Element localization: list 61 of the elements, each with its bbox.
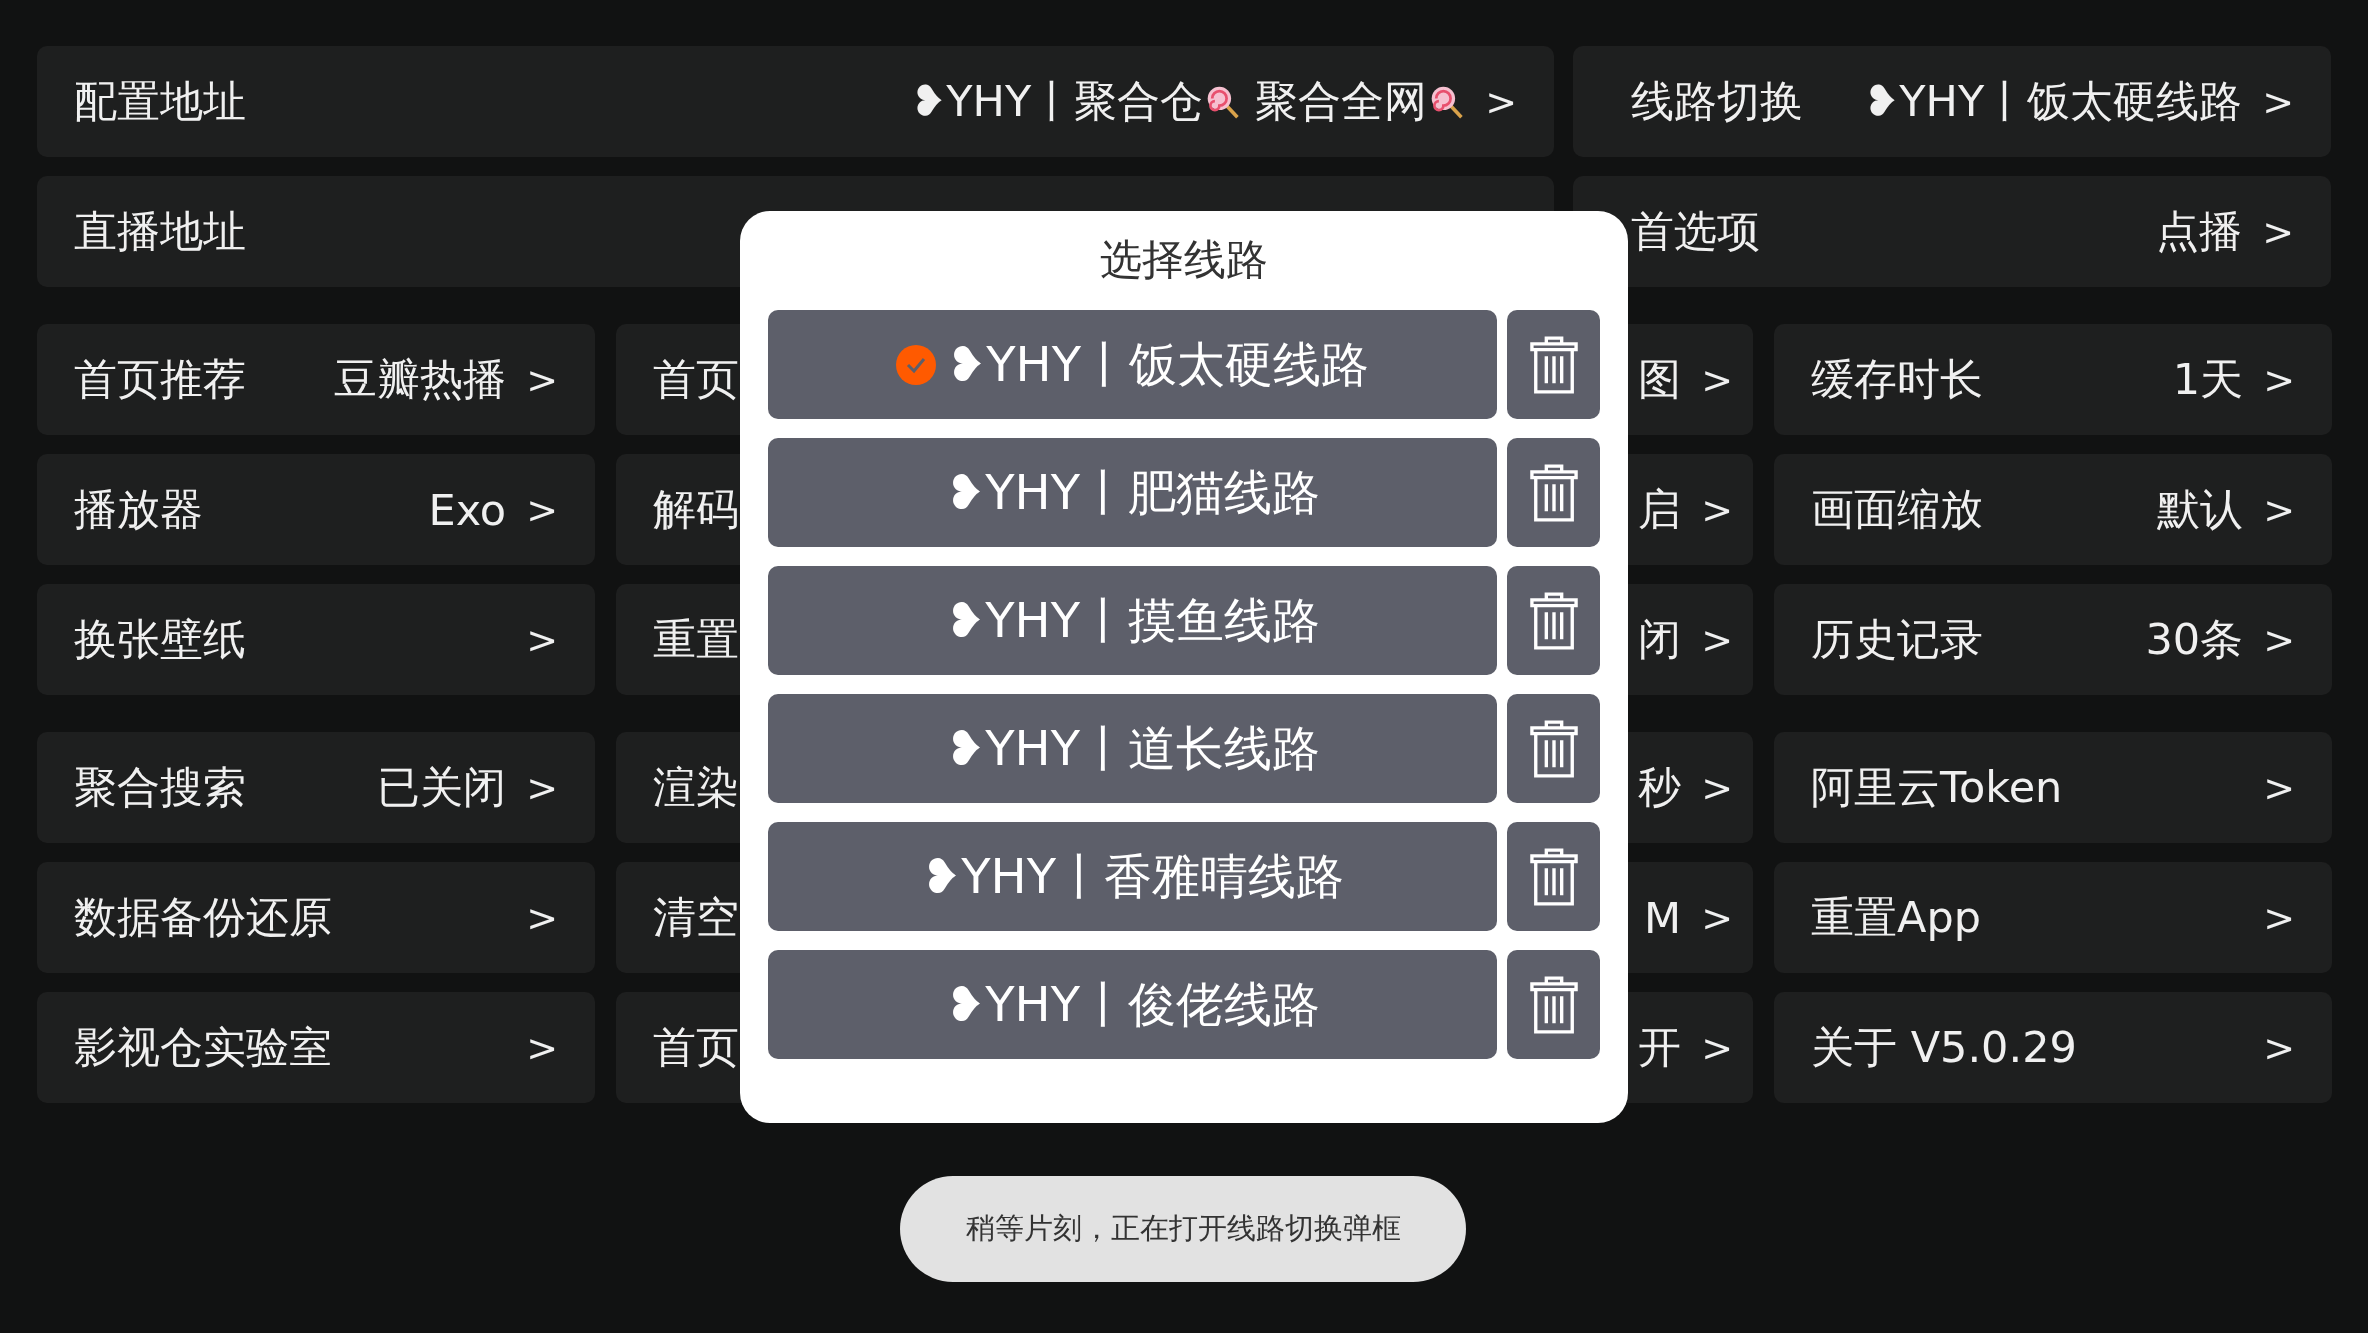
chevron: > xyxy=(2263,765,2295,810)
chevron: > xyxy=(526,1025,558,1070)
setting-value: 聚合全网 xyxy=(1255,74,1428,128)
setting-value: 开 xyxy=(1638,1020,1682,1074)
setting-label: 聚合搜索 xyxy=(74,760,246,814)
setting-value: 秒 xyxy=(1638,760,1682,814)
setting-value: 默认 xyxy=(2157,482,2244,536)
setting-value: 图 xyxy=(1638,352,1682,406)
setting-label: 首页 xyxy=(653,352,739,406)
setting-value: ❥YHY丨饭太硬线路 xyxy=(1863,74,2243,128)
chevron: > xyxy=(1701,895,1733,940)
setting-label: 播放器 xyxy=(74,482,203,536)
chevron: > xyxy=(2263,617,2295,662)
setting-value: M xyxy=(1644,892,1682,943)
chevron: > xyxy=(1701,1025,1733,1070)
setting-label: 画面缩放 xyxy=(1811,482,1983,536)
setting-value: 点播 xyxy=(2156,204,2243,258)
setting-label: 历史记录 xyxy=(1811,612,1983,666)
setting-label: 线路切换 xyxy=(1631,74,1803,128)
setting-label: 重置 xyxy=(653,612,739,666)
toast-message: 稍等片刻，正在打开线路切换弹框 xyxy=(900,1176,1466,1282)
setting-label: 数据备份还原 xyxy=(74,890,332,944)
setting-label: 影视仓实验室 xyxy=(74,1020,332,1074)
setting-value: 启 xyxy=(1638,482,1682,536)
setting-value: 闭 xyxy=(1638,612,1682,666)
chevron: > xyxy=(526,617,558,662)
chevron: > xyxy=(1485,79,1517,124)
chevron: > xyxy=(2263,487,2295,532)
chevron: > xyxy=(1701,487,1733,532)
setting-label: 直播地址 xyxy=(74,204,246,258)
setting-label: 清空 xyxy=(653,890,739,944)
setting-value: 1天 xyxy=(2172,352,2244,406)
setting-label: 重置App xyxy=(1811,890,1981,944)
chevron: > xyxy=(1701,617,1733,662)
dialog-title: 选择线路 xyxy=(1099,234,1269,286)
setting-value: 豆瓣热播 xyxy=(334,352,507,406)
setting-label: 渲染 xyxy=(653,760,739,814)
setting-label: 首选项 xyxy=(1631,204,1760,258)
chevron: > xyxy=(2262,79,2294,124)
setting-value: 已关闭 xyxy=(377,760,507,814)
chevron: > xyxy=(526,765,558,810)
setting-label: 阿里云Token xyxy=(1811,760,2063,814)
setting-label: 解码 xyxy=(653,482,739,536)
setting-label: 配置地址 xyxy=(74,74,246,128)
chevron: > xyxy=(2263,1025,2295,1070)
setting-label: 关于 V5.0.29 xyxy=(1811,1020,2077,1074)
chevron: > xyxy=(526,895,558,940)
setting-label: 换张壁纸 xyxy=(74,612,246,666)
setting-label: 缓存时长 xyxy=(1811,352,1983,406)
setting-value: Exo xyxy=(428,484,507,535)
chevron: > xyxy=(526,487,558,532)
chevron: > xyxy=(526,357,558,402)
chevron: > xyxy=(1701,765,1733,810)
setting-label: 首页推荐 xyxy=(74,352,246,406)
chevron: > xyxy=(2263,895,2295,940)
setting-value: 30条 xyxy=(2145,612,2244,666)
setting-value: ❥YHY丨聚合仓 xyxy=(910,74,1204,128)
setting-label: 首页 xyxy=(653,1020,739,1074)
chevron: > xyxy=(1701,357,1733,402)
chevron: > xyxy=(2263,357,2295,402)
chevron: > xyxy=(2262,209,2294,254)
